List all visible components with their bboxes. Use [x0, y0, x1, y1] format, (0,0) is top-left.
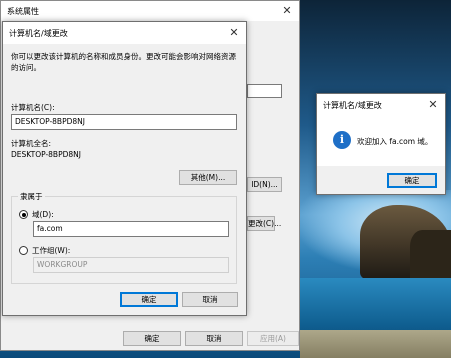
change-button[interactable]: 更改(C)... — [247, 216, 281, 231]
full-name-label: 计算机全名: — [11, 139, 52, 148]
system-properties-titlebar[interactable]: 系统属性 ✕ — [1, 1, 299, 21]
system-ok-button[interactable]: 确定 — [123, 331, 181, 346]
close-icon[interactable]: ✕ — [275, 1, 299, 21]
workgroup-radio[interactable] — [19, 246, 28, 255]
domain-radio-label[interactable]: 域(D): — [32, 209, 54, 220]
close-icon[interactable]: ✕ — [421, 94, 445, 116]
domain-welcome-message-box: 计算机名/域更改 ✕ i 欢迎加入 fa.com 域。 确定 — [316, 93, 446, 195]
message-box-titlebar[interactable]: 计算机名/域更改 ✕ — [317, 94, 445, 116]
full-name-value: DESKTOP-8BPD8NJ — [11, 150, 81, 159]
member-of-group: 隶属于 域(D): fa.com 工作组(W): WORKGROUP — [11, 191, 237, 284]
computer-name-input[interactable]: DESKTOP-8BPD8NJ — [11, 114, 237, 130]
computer-name-dialog-title: 计算机名/域更改 — [9, 29, 68, 38]
message-ok-button[interactable]: 确定 — [387, 173, 437, 188]
system-apply-button[interactable]: 应用(A) — [247, 331, 299, 346]
workgroup-input[interactable]: WORKGROUP — [33, 257, 229, 273]
domain-input[interactable]: fa.com — [33, 221, 229, 237]
dialog-description: 你可以更改该计算机的名称和成员身份。更改可能会影响对网络资源的访问。 — [11, 52, 236, 72]
wallpaper-rock-shadow — [410, 230, 451, 285]
dialog-cancel-button[interactable]: 取消 — [182, 292, 238, 307]
domain-radio[interactable] — [19, 210, 28, 219]
computer-name-label: 计算机名(C): — [11, 103, 55, 112]
info-icon: i — [333, 131, 351, 149]
wallpaper-shore — [300, 330, 451, 358]
message-text: 欢迎加入 fa.com 域。 — [357, 137, 433, 146]
network-id-button[interactable]: ID(N)... — [247, 177, 282, 192]
member-of-label: 隶属于 — [18, 191, 45, 202]
close-icon[interactable]: ✕ — [222, 22, 246, 44]
computer-name-dialog: 计算机名/域更改 ✕ 你可以更改该计算机的名称和成员身份。更改可能会影响对网络资… — [2, 21, 247, 316]
computer-name-dialog-titlebar[interactable]: 计算机名/域更改 ✕ — [3, 22, 246, 44]
message-box-title: 计算机名/域更改 — [323, 101, 382, 110]
system-properties-title: 系统属性 — [7, 7, 39, 16]
system-cancel-button[interactable]: 取消 — [185, 331, 243, 346]
change-button-label: 更改(C)... — [248, 219, 282, 228]
more-button[interactable]: 其他(M)... — [179, 170, 237, 185]
workgroup-radio-label[interactable]: 工作组(W): — [32, 245, 70, 256]
description-input[interactable] — [247, 84, 282, 98]
message-box-footer: 确定 — [317, 166, 445, 194]
dialog-ok-button[interactable]: 确定 — [120, 292, 178, 307]
network-id-label: ID(N)... — [251, 180, 278, 189]
